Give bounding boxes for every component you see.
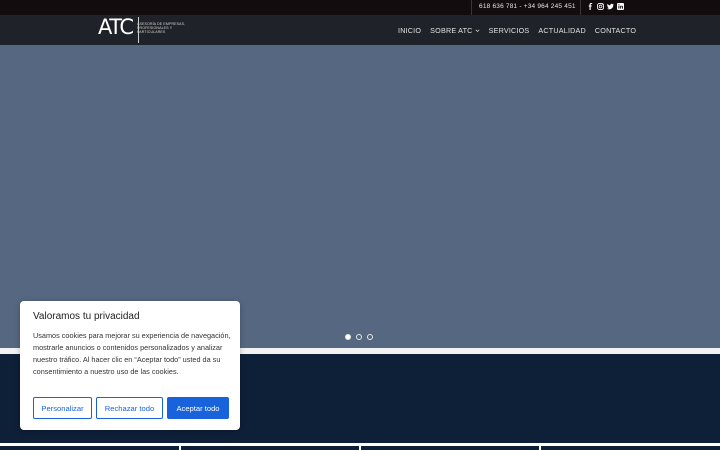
nav-item-sobre-atc[interactable]: SOBRE ATC <box>430 26 480 35</box>
nav-item-contacto[interactable]: CONTACTO <box>595 26 636 35</box>
instagram-icon[interactable] <box>597 3 604 10</box>
nav-item-servicios[interactable]: SERVICIOS <box>489 26 530 35</box>
main-navbar: ATC Asesoría de empresas, profesionales … <box>0 15 720 45</box>
customize-button[interactable]: Personalizar <box>33 397 92 419</box>
cookie-description: Usamos cookies para mejorar su experienc… <box>33 331 231 376</box>
top-bar: 618 636 781 - +34 964 245 451 <box>0 0 720 15</box>
slider-dot[interactable] <box>356 334 362 340</box>
cookie-consent-banner: Valoramos tu privacidad Usamos cookies p… <box>20 301 240 430</box>
chevron-down-icon <box>475 29 480 32</box>
twitter-icon[interactable] <box>607 3 614 10</box>
reject-all-button[interactable]: Rechazar todo <box>96 397 163 419</box>
logo-mark: ATC <box>98 15 134 39</box>
cards-strip <box>0 443 720 450</box>
top-bar-divider <box>580 0 581 15</box>
linkedin-icon[interactable] <box>617 3 624 10</box>
nav-item-label: SOBRE ATC <box>430 26 473 35</box>
social-links <box>587 3 624 12</box>
top-bar-divider <box>471 0 472 15</box>
nav-item-inicio[interactable]: INICIO <box>398 26 421 35</box>
accept-all-button[interactable]: Aceptar todo <box>167 397 229 419</box>
card-top <box>541 446 720 450</box>
cookie-title: Valoramos tu privacidad <box>33 311 140 322</box>
slider-dot[interactable] <box>345 334 351 340</box>
contact-phones[interactable]: 618 636 781 - +34 964 245 451 <box>479 3 576 10</box>
card-top <box>0 446 179 450</box>
nav-item-actualidad[interactable]: ACTUALIDAD <box>538 26 586 35</box>
logo-tagline: Asesoría de empresas, profesionales y pa… <box>137 22 186 35</box>
facebook-icon[interactable] <box>587 3 594 10</box>
slider-dots <box>345 334 373 340</box>
card-top <box>181 446 359 450</box>
cookie-actions: Personalizar Rechazar todo Aceptar todo <box>33 397 229 419</box>
slider-dot[interactable] <box>367 334 373 340</box>
main-menu: INICIO SOBRE ATC SERVICIOS ACTUALIDAD CO… <box>398 26 636 35</box>
card-top <box>361 446 539 450</box>
